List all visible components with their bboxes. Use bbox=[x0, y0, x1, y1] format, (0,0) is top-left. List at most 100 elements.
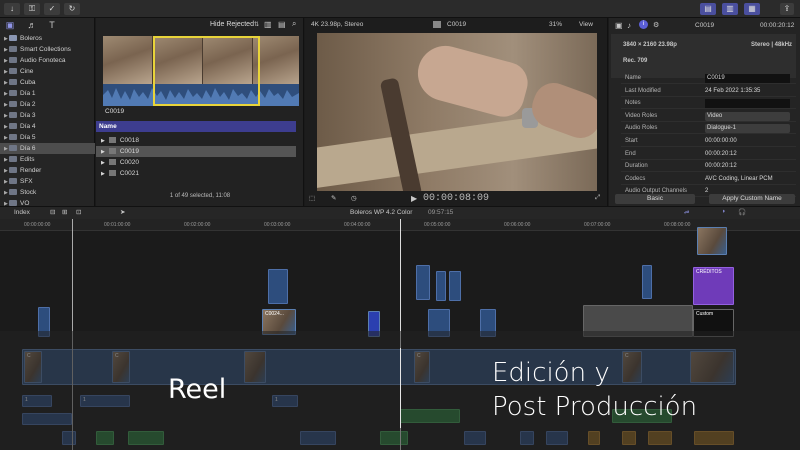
view-menu[interactable]: View bbox=[579, 21, 593, 28]
inspector-row-value[interactable] bbox=[705, 99, 790, 109]
timeline-clip[interactable] bbox=[436, 271, 446, 301]
inspector-row-value[interactable]: Video bbox=[705, 111, 790, 121]
share-settings-icon[interactable]: ⚙ bbox=[653, 21, 659, 29]
event-icon bbox=[9, 101, 17, 107]
filmstrip-clip-name: C0019 bbox=[105, 108, 125, 115]
filmstrip-selection-range[interactable] bbox=[153, 36, 260, 106]
ruler-tick-label: 00:05:00:00 bbox=[424, 222, 451, 228]
event-icon bbox=[9, 90, 17, 96]
library-icon bbox=[9, 35, 17, 41]
list-column-header-name[interactable]: Name bbox=[96, 121, 296, 132]
event-icon bbox=[9, 167, 17, 173]
event-icon bbox=[9, 123, 17, 129]
import-icon[interactable]: ↓ bbox=[4, 3, 20, 15]
clip-icon bbox=[108, 148, 116, 154]
timeline-clip[interactable] bbox=[449, 271, 461, 301]
inspector-row-value[interactable]: C0019 bbox=[705, 74, 790, 83]
append-icon[interactable]: ⊟ bbox=[50, 208, 55, 216]
sidebar-item[interactable]: ▶ Smart Collections bbox=[0, 44, 95, 55]
disclosure-triangle-icon[interactable]: ▶ bbox=[101, 138, 105, 144]
audio-skimming-icon[interactable]: ◗ bbox=[722, 208, 726, 215]
sidebar-item[interactable]: ▶ Stock bbox=[0, 187, 95, 198]
rating-icon[interactable]: ✓ bbox=[44, 3, 60, 15]
sidebar-item[interactable]: ▶ Día 3 bbox=[0, 110, 95, 121]
timeline-clip[interactable] bbox=[642, 265, 652, 299]
sidebar-item-label: Día 3 bbox=[20, 112, 36, 119]
clip-filter-popup[interactable]: Hide Rejected bbox=[210, 21, 254, 28]
background-tasks-icon[interactable]: ↻ bbox=[64, 3, 80, 15]
inspector-row-value: 24 Feb 2022 1:35:35 bbox=[705, 87, 761, 94]
share-icon[interactable]: ⇪ bbox=[780, 3, 794, 15]
disclosure-triangle-icon[interactable]: ▶ bbox=[101, 160, 105, 166]
title-clip-creditos[interactable]: CRÉDITOS bbox=[693, 267, 734, 305]
clip-list-row[interactable]: ▶ C0021 bbox=[96, 168, 296, 179]
sidebar-item[interactable]: ▶ Día 2 bbox=[0, 99, 95, 110]
timeline-clip[interactable] bbox=[268, 269, 288, 304]
timecode-display[interactable]: 00:00:08:09 bbox=[423, 193, 489, 204]
audio-tab-icon[interactable]: ♪ bbox=[627, 21, 631, 30]
libraries-sidebar: ▣ ♬ T ▶ Boleros ▶ Smart Collections ▶ Audio F… bbox=[0, 18, 95, 207]
clip-name: C0020 bbox=[119, 159, 140, 166]
titles-tab-icon[interactable]: T bbox=[46, 19, 58, 31]
transform-icon[interactable]: ⬚ bbox=[309, 194, 315, 202]
timeline-clip[interactable] bbox=[697, 227, 727, 255]
toolbar: ↓ ⚿ ✓ ↻ ▤ ▥ ▦ ⇪ bbox=[0, 0, 800, 18]
event-icon bbox=[9, 68, 17, 74]
effects-icon[interactable]: ✎ bbox=[331, 194, 336, 202]
speed-icon[interactable]: ◷ bbox=[351, 194, 357, 202]
inspector-row: Name C0019 bbox=[621, 73, 796, 84]
info-icon[interactable]: i bbox=[639, 20, 648, 29]
clip-name: C0021 bbox=[119, 170, 140, 177]
fullscreen-icon[interactable]: ⤢ bbox=[595, 194, 600, 202]
sidebar-item[interactable]: ▶ Render bbox=[0, 165, 95, 176]
play-button[interactable]: ▶ bbox=[411, 194, 417, 203]
project-name[interactable]: Boleros WP 4.2 Color bbox=[350, 209, 412, 216]
clip-icon bbox=[433, 21, 441, 28]
disclosure-triangle-icon[interactable]: ▶ bbox=[101, 149, 105, 155]
zoom-popup[interactable]: 31% bbox=[549, 21, 562, 28]
sidebar-item[interactable]: ▶ Día 6 bbox=[0, 143, 95, 154]
sidebar-item[interactable]: ▶ SFX bbox=[0, 176, 95, 187]
timeline-clip[interactable] bbox=[416, 265, 430, 300]
sidebar-item[interactable]: ▶ Cuba bbox=[0, 77, 95, 88]
metadata-view-popup[interactable]: Basic bbox=[615, 194, 695, 204]
inspector-row-value[interactable]: Dialogue-1 bbox=[705, 124, 790, 134]
insert-icon[interactable]: ⊞ bbox=[62, 208, 67, 216]
sidebar-item[interactable]: ▶ Día 1 bbox=[0, 88, 95, 99]
photos-tab-icon[interactable]: ♬ bbox=[26, 19, 38, 31]
apply-custom-name-button[interactable]: Apply Custom Name bbox=[709, 194, 795, 204]
keyword-icon[interactable]: ⚿ bbox=[24, 3, 40, 15]
clip-list-row[interactable]: ▶ C0018 bbox=[96, 135, 296, 146]
disclosure-triangle-icon[interactable]: ▶ bbox=[101, 171, 105, 177]
sidebar-item[interactable]: ▶ Edits bbox=[0, 154, 95, 165]
audio-waveform-icon[interactable]: ▤ bbox=[278, 20, 286, 29]
clip-appearance-icon[interactable]: ▥ bbox=[264, 20, 272, 29]
sidebar-item[interactable]: ▶ Boleros bbox=[0, 33, 95, 44]
sidebar-item[interactable]: ▶ Día 4 bbox=[0, 121, 95, 132]
skimming-icon[interactable]: ⥄ bbox=[684, 208, 689, 216]
search-icon[interactable]: ⌕ bbox=[292, 19, 296, 29]
overwrite-icon[interactable]: ⊡ bbox=[76, 208, 81, 216]
libraries-tab-icon[interactable]: ▣ bbox=[4, 19, 16, 31]
sidebar-item-label: Boleros bbox=[20, 35, 43, 42]
inspector-toggle-icon[interactable]: ▦ bbox=[744, 3, 760, 15]
ruler-tick-label: 00:02:00:00 bbox=[184, 222, 211, 228]
browser-toolbar: Hide Rejected ⇅ ▥ ▤ ⌕ bbox=[96, 18, 303, 32]
sidebar-item-label: Audio Fonoteca bbox=[20, 57, 66, 64]
clip-list-row[interactable]: ▶ C0019 bbox=[96, 146, 296, 157]
clip-list-row[interactable]: ▶ C0020 bbox=[96, 157, 296, 168]
index-button[interactable]: Index bbox=[14, 209, 30, 216]
sidebar-item[interactable]: ▶ Día 5 bbox=[0, 132, 95, 143]
info-tab-icon[interactable]: ▣ bbox=[615, 21, 623, 30]
list-view-icon[interactable]: ▥ bbox=[722, 3, 738, 15]
select-tool-icon[interactable]: ➤ bbox=[120, 208, 125, 216]
sidebar-item[interactable]: ▶ Audio Fonoteca bbox=[0, 55, 95, 66]
filmstrip-view-icon[interactable]: ▤ bbox=[700, 3, 716, 15]
sidebar-item-label: Día 1 bbox=[20, 90, 36, 97]
chevron-updown-icon[interactable]: ⇅ bbox=[254, 21, 259, 28]
solo-icon[interactable]: 🎧 bbox=[738, 208, 746, 216]
browser-status: 1 of 49 selected, 11:08 bbox=[169, 193, 231, 199]
rec-standard: Rec. 709 bbox=[623, 58, 648, 64]
sidebar-item[interactable]: ▶ Cine bbox=[0, 66, 95, 77]
sidebar-item-label: SFX bbox=[20, 178, 33, 185]
